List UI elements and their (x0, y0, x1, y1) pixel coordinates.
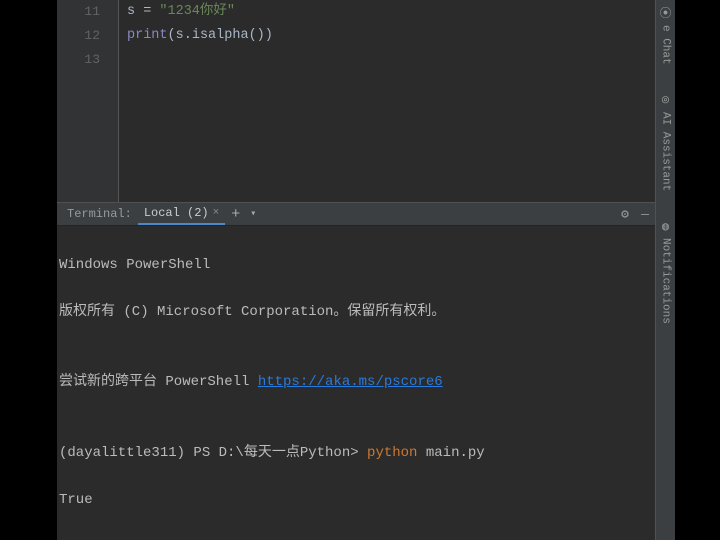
terminal-line: Windows PowerShell (59, 254, 653, 278)
close-tab-icon[interactable]: × (213, 207, 220, 219)
terminal-label: Terminal: (61, 207, 138, 221)
bell-icon: ◍ (662, 219, 669, 234)
line-gutter: 111213 (57, 0, 119, 202)
add-tab-button[interactable]: + (225, 206, 246, 223)
terminal-line: (dayalittle311) PS D:\每天一点Python> python… (59, 442, 653, 466)
ai-icon: ⌾ (662, 93, 669, 108)
ai-rail-label: AI Assistant (660, 112, 672, 191)
ai-assistant-rail-button[interactable]: ⌾ AI Assistant (660, 93, 672, 191)
tab-dropdown-icon[interactable]: ▾ (246, 208, 260, 220)
chat-rail-button[interactable]: ⦿ e Chat (659, 4, 671, 65)
terminal-tab-label: Local (2) (144, 206, 209, 220)
powershell-link[interactable]: https://aka.ms/pscore6 (258, 374, 443, 390)
minimize-icon[interactable]: — (635, 207, 655, 222)
terminal-tab-local[interactable]: Local (2) × (138, 203, 225, 225)
notifications-rail-label: Notifications (660, 238, 672, 324)
gear-icon[interactable]: ⚙ (615, 207, 635, 222)
terminal-header: Terminal: Local (2) × + ▾ ⚙ — (57, 202, 655, 226)
line-number: 11 (57, 0, 100, 24)
terminal-line: 版权所有 (C) Microsoft Corporation。保留所有权利。 (59, 301, 653, 325)
terminal-line: False (59, 536, 653, 540)
chat-icon: ⦿ (659, 4, 671, 21)
code-line[interactable]: print(s.isalpha()) (127, 24, 655, 48)
chat-rail-label: e Chat (660, 25, 672, 65)
terminal-body[interactable]: Windows PowerShell 版权所有 (C) Microsoft Co… (57, 226, 655, 540)
line-number: 13 (57, 48, 100, 72)
terminal-line: 尝试新的跨平台 PowerShell https://aka.ms/pscore… (59, 371, 653, 395)
notifications-rail-button[interactable]: ◍ Notifications (660, 219, 672, 324)
right-tool-rail: ⦿ e Chat ⌾ AI Assistant ◍ Notifications (655, 0, 675, 540)
code-line[interactable] (127, 48, 655, 72)
line-number: 12 (57, 24, 100, 48)
terminal-line: True (59, 489, 653, 513)
code-line[interactable]: s = "1234你好" (127, 0, 655, 24)
code-editor[interactable]: 111213 s = "1234你好"print(s.isalpha()) (57, 0, 655, 202)
code-area[interactable]: s = "1234你好"print(s.isalpha()) (119, 0, 655, 202)
